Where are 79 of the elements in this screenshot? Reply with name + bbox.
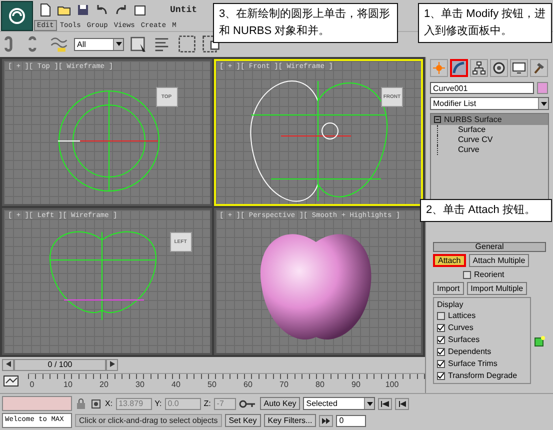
callout-note: 3、在新绘制的圆形上单击，将圆形和 NURBS 对象和并。 [213,3,398,43]
frame-number: 40 [172,380,180,389]
frame-number: 80 [316,380,324,389]
modifier-list-dropdown[interactable]: Modifier List [430,97,549,110]
go-to-start-icon [381,400,390,406]
right-arrow-icon [110,361,114,367]
key-filters-button[interactable]: Key Filters... [264,414,316,427]
redo-icon[interactable] [114,3,128,17]
lock-icon[interactable] [75,398,87,410]
previous-key-button[interactable] [395,398,410,410]
import-button[interactable]: Import [433,282,464,295]
app-logo[interactable] [1,1,33,31]
previous-key-icon [398,400,406,406]
object-name-field[interactable]: Curve001 [430,82,534,94]
transform-mode-icon[interactable] [90,398,102,410]
frame-number: 100 [385,380,399,389]
collapse-icon[interactable] [434,116,441,123]
set-key-button[interactable]: Set Key [224,414,261,427]
import-multiple-button[interactable]: Import Multiple [466,282,528,295]
select-object-icon[interactable] [130,35,148,53]
rollout-header[interactable]: General [433,242,546,252]
auto-key-button[interactable]: Auto Key [260,397,300,410]
checkbox-label: Curves [448,323,474,332]
checkbox[interactable] [437,312,445,320]
checkbox[interactable] [437,324,445,332]
window-title: Untit [170,5,198,15]
checkbox-label: Transform Degrade [448,371,518,380]
checkbox-label: Lattices [448,311,476,320]
current-frame-field[interactable]: 0 [336,414,366,426]
frame-number: 60 [244,380,252,389]
checkbox-label: Dependents [448,347,492,356]
checkbox[interactable] [437,372,445,380]
fast-forward-icon [322,418,330,424]
save-icon[interactable] [76,3,90,17]
wave-icon[interactable] [50,35,68,53]
frame-number: 10 [64,380,72,389]
lattice-icon[interactable] [534,334,546,346]
stack-sub-item[interactable]: Curve [437,145,548,155]
checkbox-label: Surface Trims [448,359,498,368]
frame-number: 0 [30,380,34,389]
checkbox-label: Surfaces [448,335,480,344]
selection-filter-dropdown[interactable]: All [74,38,124,50]
left-arrow-icon [6,361,10,367]
callout-note: 2、单击 Attach 按钮。 [420,199,552,222]
frame-number: 30 [136,380,144,389]
checkbox[interactable] [437,360,445,368]
frame-counter[interactable]: 0 / 100 [14,359,106,371]
stack-sub-item[interactable]: Curve CV [437,135,548,145]
checkbox[interactable] [463,270,471,278]
next-frame-button[interactable] [106,359,118,371]
new-file-icon[interactable] [38,3,52,17]
y-label: Y: [154,399,162,408]
callout-note: 1、单击 Modify 按钮，进入到修改面板中。 [418,3,552,43]
x-label: X: [105,399,113,408]
dropdown-arrow-icon [116,42,122,46]
checkbox[interactable] [437,348,445,356]
rectangle-selection-icon[interactable] [178,35,196,53]
go-to-start-button[interactable] [378,398,392,410]
frame-number: 70 [280,380,288,389]
key-mode-dropdown[interactable]: Selected [303,397,376,410]
z-label: Z: [204,399,211,408]
group-title: Display [437,300,464,309]
checkbox[interactable] [437,336,445,344]
window-crossing-icon[interactable] [202,35,220,53]
checkbox-label: Reorient [474,270,504,279]
dropdown-arrow-icon [540,102,546,106]
key-mode-toggle-button[interactable] [319,414,334,426]
frame-number: 90 [352,380,360,389]
frame-number: 20 [100,380,108,389]
attach-multiple-button[interactable]: Attach Multiple [468,254,530,267]
previous-frame-button[interactable] [2,359,14,371]
stack-sub-item[interactable]: Surface [437,125,548,135]
object-color-swatch[interactable] [537,82,548,94]
dropdown-arrow-icon [366,402,373,406]
stack-item[interactable]: NURBS Surface [431,114,548,125]
key-icon[interactable] [238,398,257,410]
attach-button[interactable]: Attach [433,254,466,267]
undo-icon[interactable] [95,3,109,17]
frame-number: 50 [208,380,216,389]
